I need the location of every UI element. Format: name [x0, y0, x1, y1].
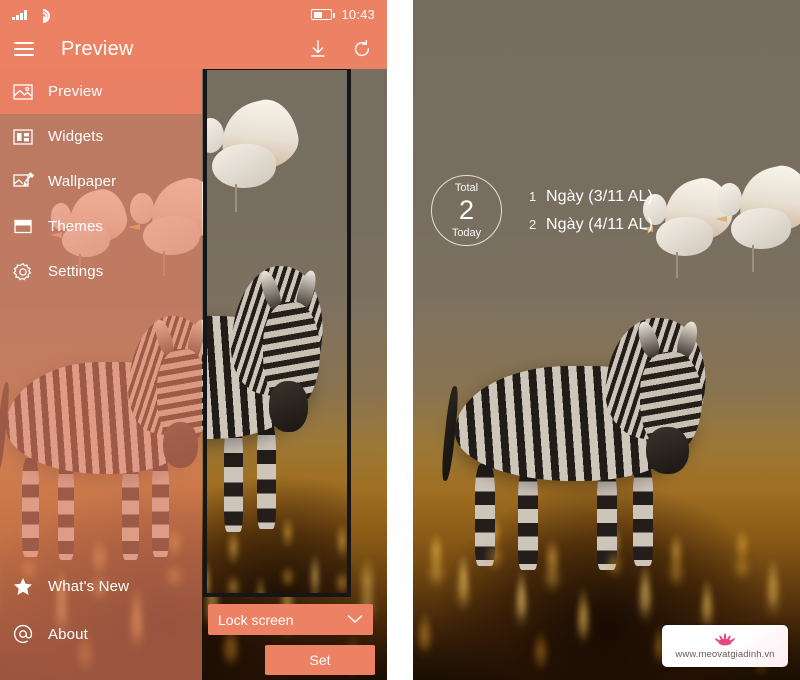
target-select-value: Lock screen	[218, 611, 294, 628]
navigation-drawer: Preview Widgets Wallpaper Themes Setting…	[0, 69, 202, 680]
themes-icon	[12, 216, 34, 238]
app-panel-left: 10:43 Preview Preview Widgets Wallpaper …	[0, 0, 387, 680]
sidebar-item-label: Preview	[48, 83, 103, 100]
sidebar-item-about[interactable]: About	[0, 610, 202, 658]
title-bar-actions	[307, 38, 373, 60]
sidebar-item-whats-new[interactable]: What's New	[0, 562, 202, 610]
set-button[interactable]: Set	[265, 645, 375, 675]
signal-bars-icon	[12, 9, 27, 20]
site-watermark: www.meovatgiadinh.vn	[662, 625, 788, 667]
target-select[interactable]: Lock screen	[208, 604, 373, 635]
total-label: Total	[454, 181, 479, 194]
download-icon[interactable]	[307, 38, 329, 60]
sidebar-item-wallpaper[interactable]: Wallpaper	[0, 159, 202, 204]
total-count: 2	[458, 194, 475, 225]
image-icon	[12, 81, 34, 103]
widgets-icon	[12, 126, 34, 148]
list-item: 2 Ngày (4/11 AL)	[529, 216, 653, 234]
status-bar-left	[12, 6, 53, 26]
preview-controls: Lock screen Set	[203, 597, 387, 680]
phone-preview-screen	[207, 70, 347, 593]
sidebar-item-label: Wallpaper	[48, 173, 117, 190]
at-sign-icon	[12, 623, 34, 645]
sidebar-item-label: Themes	[48, 218, 104, 235]
hamburger-menu-icon[interactable]	[14, 42, 34, 56]
wifi-icon	[32, 6, 53, 26]
gear-icon	[12, 261, 34, 283]
page-title: Preview	[61, 37, 134, 60]
status-bar-right: 10:43	[311, 7, 375, 22]
refresh-icon[interactable]	[351, 38, 373, 60]
sidebar-item-settings[interactable]: Settings	[0, 249, 202, 294]
wallpaper-icon	[12, 171, 34, 193]
sidebar-item-label: About	[48, 625, 88, 643]
wallpaper-grass-foreground	[207, 468, 347, 593]
event-index: 2	[529, 216, 537, 232]
lockscreen-widget: Total 2 Today 1 Ngày (3/11 AL) 2 Ngày (4…	[431, 175, 653, 246]
egret-bird	[207, 94, 305, 213]
sidebar-item-label: Settings	[48, 263, 104, 280]
screenshot-root: 10:43 Preview Preview Widgets Wallpaper …	[0, 0, 800, 680]
sidebar-item-label: What's New	[48, 577, 130, 595]
chevron-down-icon	[347, 611, 363, 629]
status-bar-clock: 10:43	[341, 7, 375, 22]
star-icon	[12, 575, 34, 597]
watermark-url: www.meovatgiadinh.vn	[675, 649, 775, 660]
status-bar: 10:43	[0, 0, 387, 29]
sidebar-item-preview[interactable]: Preview	[0, 69, 202, 114]
today-label: Today	[451, 226, 482, 239]
event-text: Ngày (4/11 AL)	[546, 215, 653, 233]
nav-secondary-group: What's New About	[0, 562, 202, 680]
preview-wallpaper	[207, 70, 347, 593]
total-count-badge: Total 2 Today	[431, 175, 502, 246]
phone-preview-frame[interactable]	[203, 66, 351, 597]
lockscreen-preview-panel: Total 2 Today 1 Ngày (3/11 AL) 2 Ngày (4…	[413, 0, 800, 680]
sidebar-item-label: Widgets	[48, 128, 104, 145]
event-list: 1 Ngày (3/11 AL) 2 Ngày (4/11 AL)	[529, 188, 653, 234]
sidebar-item-themes[interactable]: Themes	[0, 204, 202, 249]
nav-primary-group: Preview Widgets Wallpaper Themes Setting…	[0, 69, 202, 294]
lotus-flower-icon	[712, 632, 738, 647]
battery-icon	[311, 9, 336, 20]
app-title-bar: Preview	[0, 29, 387, 69]
event-text: Ngày (3/11 AL)	[546, 187, 653, 205]
event-index: 1	[529, 188, 537, 204]
sidebar-item-widgets[interactable]: Widgets	[0, 114, 202, 159]
list-item: 1 Ngày (3/11 AL)	[529, 188, 653, 206]
